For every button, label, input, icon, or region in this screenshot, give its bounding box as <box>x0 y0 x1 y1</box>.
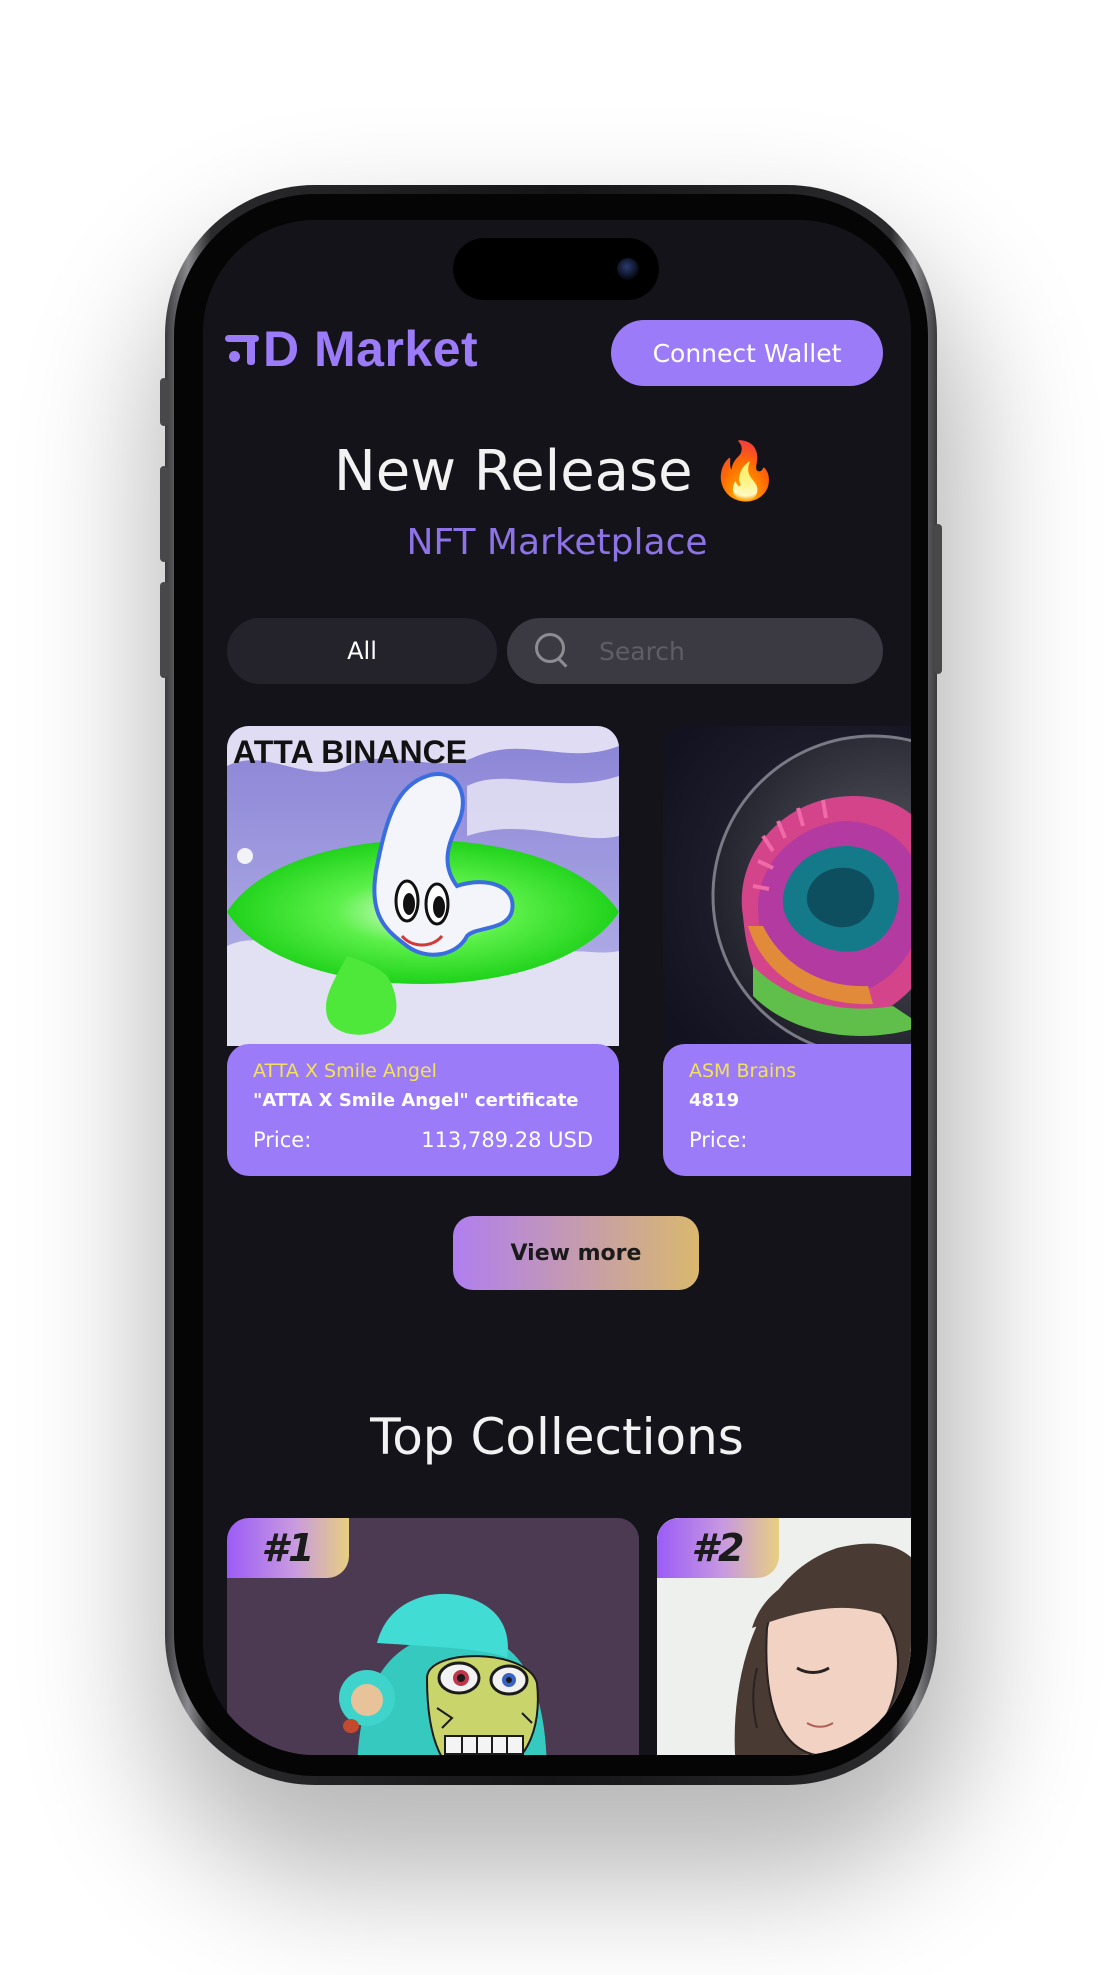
search-icon <box>535 633 571 669</box>
phone-screen: D Market Connect Wallet New Release 🔥 NF… <box>203 220 911 1755</box>
view-more-button[interactable]: View more <box>453 1216 699 1290</box>
nft-collection: ASM Brains <box>689 1060 797 1082</box>
action-button <box>160 378 168 426</box>
power-button <box>934 524 942 674</box>
app-logo[interactable]: D Market <box>225 320 478 378</box>
price-label: Price: <box>689 1128 748 1152</box>
search-input[interactable]: Search <box>507 618 883 684</box>
volume-down-button <box>160 582 168 678</box>
brain-sphere-illustration <box>663 726 911 1046</box>
logo-text: D Market <box>263 321 479 377</box>
nft-name: "ATTA X Smile Angel" certificate <box>253 1090 579 1111</box>
nft-info-panel: ATTA X Smile Angel "ATTA X Smile Angel" … <box>227 1044 619 1176</box>
nft-artwork: ATTA BINANCE <box>227 726 619 1046</box>
nft-artwork <box>663 726 911 1046</box>
rank-badge: #1 <box>227 1518 349 1578</box>
page-subtitle: NFT Marketplace <box>406 522 708 563</box>
search-placeholder: Search <box>599 636 685 666</box>
dynamic-island <box>453 238 659 300</box>
nft-art-title: ATTA BINANCE <box>233 734 468 770</box>
nft-card[interactable]: ATTA BINANCE ATTA X Smile Angel "ATTA X … <box>227 726 619 1176</box>
collection-card[interactable]: #1 <box>227 1518 639 1755</box>
page-title: New Release 🔥 <box>333 439 781 504</box>
filter-all-button[interactable]: All <box>227 618 497 684</box>
nft-info-panel: ASM Brains 4819 Price: <box>663 1044 911 1176</box>
logo-icon <box>225 331 261 367</box>
top-collections-title: Top Collections <box>370 1408 744 1466</box>
nft-collection: ATTA X Smile Angel <box>253 1060 437 1082</box>
nft-name: 4819 <box>689 1090 740 1111</box>
nft-card[interactable]: ASM Brains 4819 Price: <box>663 726 911 1176</box>
camera-icon <box>617 258 639 280</box>
rank-badge: #2 <box>657 1518 779 1578</box>
collection-card[interactable]: #2 <box>657 1518 911 1755</box>
volume-up-button <box>160 466 168 562</box>
price-value: 113,789.28 USD <box>421 1128 593 1152</box>
smile-angel-illustration <box>227 726 619 1046</box>
connect-wallet-button[interactable]: Connect Wallet <box>611 320 883 386</box>
price-label: Price: <box>253 1128 312 1152</box>
